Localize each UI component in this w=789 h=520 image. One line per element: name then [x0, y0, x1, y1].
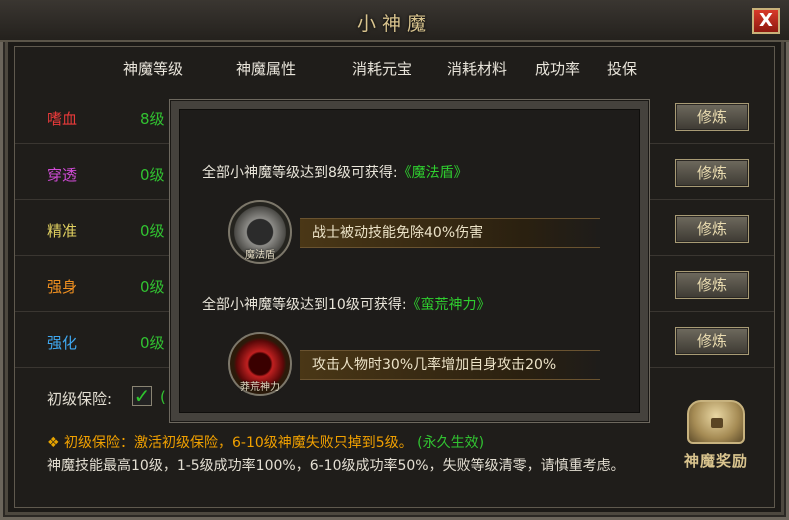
- header-cost-gold: 消耗元宝: [352, 60, 413, 78]
- window-title: 小神魔: [356, 13, 432, 35]
- skill-effect: 战士被动技能免除40%伤害: [300, 218, 600, 248]
- header-success-rate: 成功率: [535, 60, 581, 78]
- train-button[interactable]: 修炼: [675, 215, 749, 243]
- skill-name: 《蛮荒神力》: [406, 297, 491, 313]
- insurance-checkbox[interactable]: ✓: [132, 386, 152, 406]
- reward-popup: 全部小神魔等级达到8级可获得:《魔法盾》 魔法盾 战士被动技能免除40%伤害 全…: [170, 100, 649, 422]
- popup-body: 全部小神魔等级达到8级可获得:《魔法盾》 魔法盾 战士被动技能免除40%伤害 全…: [179, 109, 640, 413]
- row-level: 8级: [140, 110, 165, 128]
- train-button[interactable]: 修炼: [675, 271, 749, 299]
- skill-icon-label: 莽荒神力: [240, 382, 280, 393]
- unlock-line-1: 全部小神魔等级达到8级可获得:《魔法盾》: [202, 162, 468, 182]
- unlock-text: 全部小神魔等级达到8级可获得:: [202, 165, 398, 181]
- reward-label: 神魔奖励: [683, 452, 748, 470]
- header-level: 神魔等级: [123, 60, 184, 78]
- train-button[interactable]: 修炼: [675, 103, 749, 131]
- title-bar: 小神魔 X: [0, 0, 789, 42]
- reward-button[interactable]: 神魔奖励: [666, 400, 766, 480]
- row-name: 穿透: [47, 166, 78, 184]
- row-level: 0级: [140, 334, 165, 352]
- row-level: 0级: [140, 278, 165, 296]
- diamond-icon: ❖: [47, 435, 60, 451]
- skill-effect: 攻击人物时30%几率增加自身攻击20%: [300, 350, 600, 380]
- train-button[interactable]: 修炼: [675, 159, 749, 187]
- header-insure: 投保: [607, 60, 638, 78]
- tip-text: 初级保险：激活初级保险，6-10级神魔失败只掉到5级。: [64, 435, 413, 451]
- row-level: 0级: [140, 166, 165, 184]
- row-name: 嗜血: [47, 110, 78, 128]
- header-attribute: 神魔属性: [236, 60, 297, 78]
- skill-name: 《魔法盾》: [397, 165, 468, 181]
- insurance-label: 初级保险:: [47, 390, 113, 408]
- tip-permanent: (永久生效): [417, 435, 485, 451]
- train-button[interactable]: 修炼: [675, 327, 749, 355]
- unlock-line-2: 全部小神魔等级达到10级可获得:《蛮荒神力》: [202, 294, 491, 314]
- skill-icon-label: 魔法盾: [245, 250, 275, 261]
- unlock-text: 全部小神魔等级达到10级可获得:: [202, 297, 407, 313]
- row-name: 强身: [47, 278, 78, 296]
- close-button[interactable]: X: [752, 8, 780, 34]
- insurance-extra: (: [160, 388, 166, 406]
- header-cost-material: 消耗材料: [447, 60, 508, 78]
- chest-icon: [687, 400, 745, 444]
- row-level: 0级: [140, 222, 165, 240]
- rules-description: 神魔技能最高10级，1-5级成功率100%，6-10级成功率50%，失败等级清零…: [47, 458, 625, 474]
- insurance-tip: ❖ 初级保险：激活初级保险，6-10级神魔失败只掉到5级。 (永久生效): [47, 432, 484, 452]
- row-name: 强化: [47, 334, 78, 352]
- row-name: 精准: [47, 222, 78, 240]
